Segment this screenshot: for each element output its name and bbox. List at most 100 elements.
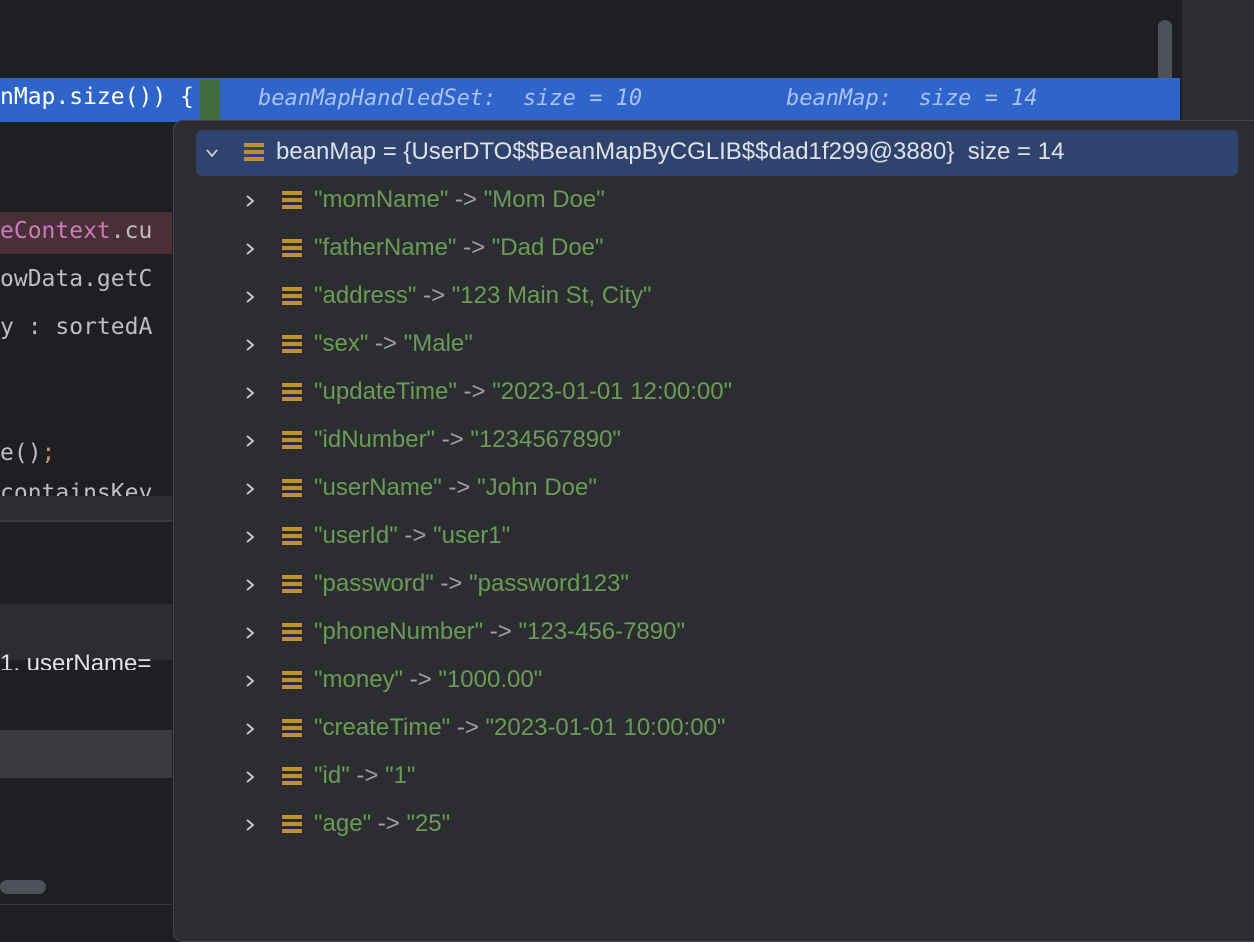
map-entry-icon: [282, 287, 302, 305]
entry-key: "password": [314, 570, 434, 597]
map-entry-icon: [282, 671, 302, 689]
entry-arrow: ->: [433, 570, 470, 597]
entry-value: "2023-01-01 12:00:00": [492, 378, 733, 405]
entry-arrow: ->: [371, 810, 407, 837]
map-entry-icon: [282, 767, 302, 785]
entry-key: "sex": [314, 330, 369, 357]
map-entry-icon: [282, 383, 302, 401]
map-entry-row[interactable]: "sex" -> "Male": [173, 322, 1253, 370]
map-entry-row[interactable]: "password" -> "password123": [173, 562, 1253, 610]
entry-arrow: ->: [416, 282, 452, 309]
panel-footer: [0, 904, 172, 925]
panel-toolbar: [0, 496, 172, 520]
chevron-right-icon[interactable]: [244, 675, 256, 687]
map-entry-icon: [282, 431, 302, 449]
chevron-right-icon[interactable]: [244, 339, 256, 351]
entry-key: "money": [314, 666, 404, 693]
brace-match-highlight: [200, 80, 220, 120]
map-entry-icon: [282, 815, 302, 833]
chevron-right-icon[interactable]: [244, 243, 256, 255]
entry-value: "1": [385, 762, 416, 789]
context-call: .cu: [110, 218, 153, 244]
entry-key: "userName": [314, 474, 442, 501]
chevron-right-icon[interactable]: [244, 771, 256, 783]
chevron-right-icon[interactable]: [244, 291, 256, 303]
map-entry-row[interactable]: "idNumber" -> "1234567890": [173, 418, 1253, 466]
map-entry-text: "id" -> "1": [314, 762, 415, 790]
map-entry-text: "sex" -> "Male": [314, 330, 473, 358]
entry-key: "address": [314, 282, 417, 309]
panel-border: [0, 520, 172, 522]
chevron-right-icon[interactable]: [244, 579, 256, 591]
chevron-right-icon[interactable]: [244, 483, 256, 495]
entry-key: "updateTime": [314, 378, 457, 405]
entry-value: "Mom Doe": [483, 186, 605, 213]
entry-key: "phoneNumber": [314, 618, 484, 645]
entry-arrow: ->: [456, 234, 492, 261]
map-entry-icon: [282, 239, 302, 257]
chevron-right-icon[interactable]: [244, 723, 256, 735]
map-entry-text: "updateTime" -> "2023-01-01 12:00:00": [314, 378, 732, 406]
entry-value: "John Doe": [477, 474, 597, 501]
entry-key: "fatherName": [314, 234, 457, 261]
chevron-right-icon[interactable]: [244, 819, 256, 831]
map-entry-row[interactable]: "createTime" -> "2023-01-01 10:00:00": [173, 706, 1253, 754]
map-entry-text: "password" -> "password123": [314, 570, 629, 598]
code-line-call: e();: [0, 440, 55, 466]
map-entry-text: "fatherName" -> "Dad Doe": [314, 234, 604, 262]
chevron-right-icon[interactable]: [244, 531, 256, 543]
map-entry-icon: [282, 191, 302, 209]
call-text: e(): [0, 440, 42, 466]
map-entry-text: "phoneNumber" -> "123-456-7890": [314, 618, 685, 646]
context-identifier: eContext: [0, 218, 111, 244]
entry-value: "123-456-7890": [518, 618, 685, 645]
entry-value: "2023-01-01 10:00:00": [485, 714, 726, 741]
map-entry-row[interactable]: "updateTime" -> "2023-01-01 12:00:00": [173, 370, 1253, 418]
root-node-label: beanMap = {UserDTO$$BeanMapByCGLIB$$dad1…: [276, 138, 1065, 165]
map-entry-text: "userName" -> "John Doe": [314, 474, 597, 502]
horizontal-scrollbar[interactable]: [0, 880, 46, 894]
entry-value: "25": [406, 810, 451, 837]
map-entry-row[interactable]: "fatherName" -> "Dad Doe": [173, 226, 1253, 274]
map-entry-row[interactable]: "address" -> "123 Main St, City": [173, 274, 1253, 322]
map-entry-text: "createTime" -> "2023-01-01 10:00:00": [314, 714, 725, 742]
entry-key: "userId": [314, 522, 398, 549]
chevron-right-icon[interactable]: [244, 435, 256, 447]
map-entry-row[interactable]: "phoneNumber" -> "123-456-7890": [173, 610, 1253, 658]
inline-hint-bean-map: beanMap: size = 14: [786, 86, 1038, 111]
console-line-username: 1, userName=: [0, 650, 152, 670]
entry-arrow: ->: [368, 330, 404, 357]
map-entry-text: "age" -> "25": [314, 810, 450, 838]
call-semicolon: ;: [41, 440, 56, 466]
entry-arrow: ->: [483, 618, 519, 645]
entry-value: "1000.00": [438, 666, 543, 693]
map-entry-text: "address" -> "123 Main St, City": [314, 282, 652, 310]
panel-selected-row[interactable]: [0, 730, 172, 778]
map-entry-row[interactable]: "userName" -> "John Doe": [173, 466, 1253, 514]
entry-key: "idNumber": [314, 426, 436, 453]
entry-key: "createTime": [314, 714, 451, 741]
chevron-right-icon[interactable]: [244, 195, 256, 207]
inline-hint-handled-set: beanMapHandledSet: size = 10: [258, 86, 643, 111]
entry-arrow: ->: [403, 666, 439, 693]
map-icon: [244, 143, 264, 161]
map-entry-row[interactable]: "momName" -> "Mom Doe": [173, 178, 1253, 226]
entry-value: "user1": [433, 522, 511, 549]
map-entry-text: "userId" -> "user1": [314, 522, 510, 550]
map-entry-row[interactable]: "age" -> "25": [173, 802, 1253, 850]
map-entry-text: "money" -> "1000.00": [314, 666, 542, 694]
map-entry-icon: [282, 527, 302, 545]
entry-arrow: ->: [450, 714, 486, 741]
map-entry-row[interactable]: "userId" -> "user1": [173, 514, 1253, 562]
chevron-down-icon[interactable]: [206, 147, 218, 159]
entry-value: "1234567890": [470, 426, 621, 453]
map-entry-icon: [282, 479, 302, 497]
chevron-right-icon[interactable]: [244, 627, 256, 639]
chevron-right-icon[interactable]: [244, 387, 256, 399]
entry-arrow: ->: [448, 186, 484, 213]
map-entry-row[interactable]: "id" -> "1": [173, 754, 1253, 802]
entry-value: "123 Main St, City": [451, 282, 652, 309]
entry-arrow: ->: [441, 474, 478, 501]
map-entry-row[interactable]: "money" -> "1000.00": [173, 658, 1253, 706]
entry-key: "age": [314, 810, 372, 837]
